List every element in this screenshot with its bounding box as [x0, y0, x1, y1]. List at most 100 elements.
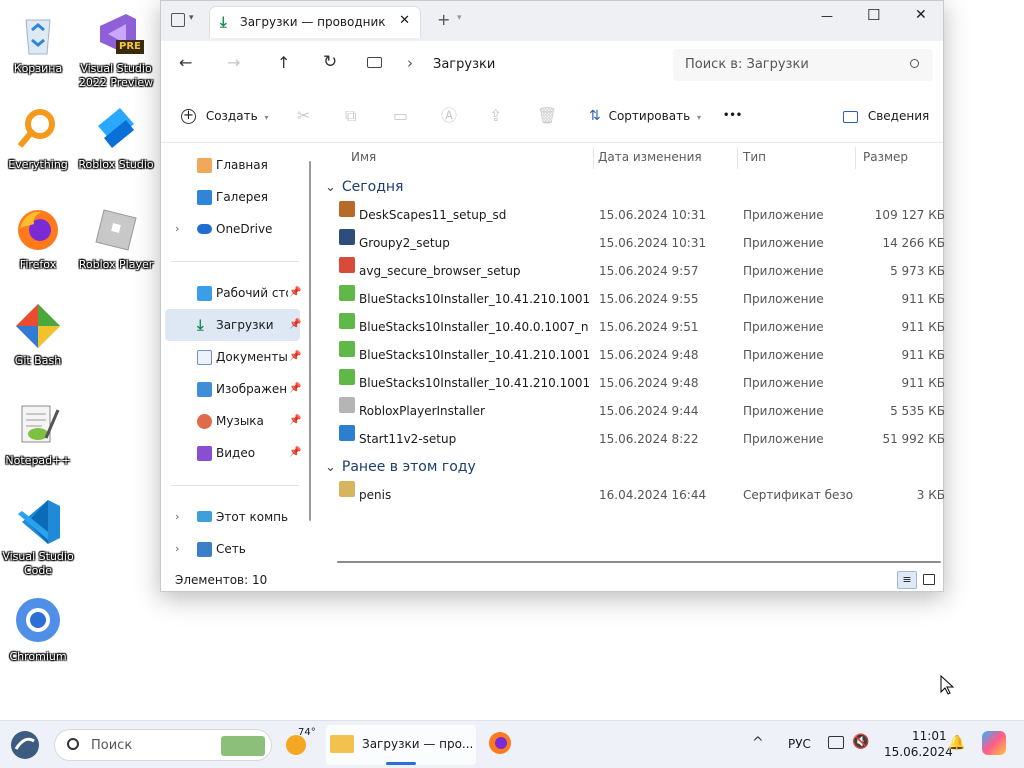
search-input[interactable]: Поиск в: Загрузки	[685, 57, 809, 72]
desktop-icon-visual-studio[interactable]: PRE Visual Studio 2022 Preview	[78, 8, 154, 90]
tab-dropdown-icon[interactable]: ▾	[457, 13, 462, 23]
desktop-icon-roblox-player[interactable]: Roblox Player	[78, 204, 154, 272]
file-type: Приложение	[743, 376, 824, 390]
details-view-button[interactable]: ≡	[897, 571, 917, 589]
column-header-size[interactable]: Размер	[863, 143, 908, 171]
column-header-date[interactable]: Дата изменения	[598, 143, 702, 171]
show-hidden-icons-button[interactable]: ^	[752, 735, 764, 751]
desktop-icon-recycle-bin[interactable]: Корзина	[0, 8, 76, 76]
taskbar-app-explorer[interactable]: Загрузки — про...	[326, 725, 476, 765]
tab-list-chevron-icon[interactable]: ▾	[189, 13, 194, 23]
tab-downloads[interactable]: ⤓ Загрузки — проводник ✕	[209, 6, 421, 38]
share-icon[interactable]: ⇪	[489, 104, 502, 128]
videos-icon	[197, 446, 212, 461]
expand-chevron-icon[interactable]: ›	[175, 213, 179, 245]
nav-item-pictures[interactable]: Изображения 📌	[165, 373, 301, 405]
clock-date[interactable]: 15.06.2024	[884, 745, 953, 759]
network-icon[interactable]	[828, 736, 844, 749]
nav-item-onedrive[interactable]: › OneDrive	[165, 213, 300, 245]
expand-chevron-icon[interactable]: ›	[175, 501, 179, 533]
column-header-type[interactable]: Тип	[743, 143, 766, 171]
input-language[interactable]: РУС	[788, 737, 811, 751]
file-row[interactable]: RobloxPlayerInstaller 15.06.2024 9:44 Прил…	[333, 397, 945, 425]
tiles-view-button[interactable]	[923, 574, 935, 585]
file-row[interactable]: BlueStacks10Installer_10.41.210.1001_nat…	[333, 369, 945, 397]
forward-button[interactable]: →	[227, 53, 240, 72]
desktop-icon-vscode[interactable]: Visual Studio Code	[0, 496, 76, 578]
navigation-pane: Главная Галерея › OneDrive Рабочий стол …	[161, 143, 316, 569]
nav-item-desktop[interactable]: Рабочий стол 📌	[165, 277, 301, 309]
file-row[interactable]: avg_secure_browser_setup 15.06.2024 9:57 П…	[333, 257, 945, 285]
address-bar[interactable]: › Загрузки	[357, 49, 659, 81]
tab-list-icon[interactable]	[171, 13, 185, 27]
nav-item-network[interactable]: › Сеть	[165, 533, 300, 565]
delete-icon[interactable]: 🗑	[537, 104, 557, 128]
expand-chevron-icon[interactable]: ›	[175, 533, 179, 565]
nav-item-documents[interactable]: Документы 📌	[165, 341, 301, 373]
back-button[interactable]: ←	[179, 53, 192, 72]
group-collapse-chevron-icon[interactable]: ⌄	[325, 460, 336, 475]
desktop-icon-git-bash[interactable]: Git Bash	[0, 300, 76, 368]
volume-muted-icon[interactable]: 🔇	[852, 734, 869, 750]
rename-icon[interactable]: Ⓐ	[441, 104, 457, 128]
file-row[interactable]: BlueStacks10Installer_10.40.0.1007_nativ…	[333, 313, 945, 341]
desktop-icon-chromium[interactable]: Chromium	[0, 596, 76, 664]
file-row[interactable]: penis 16.04.2024 16:44 Сертификат безо... 3…	[333, 481, 945, 509]
desktop-icon-everything[interactable]: Everything	[0, 104, 76, 172]
details-label: Сведения	[867, 109, 930, 123]
copilot-icon[interactable]	[982, 731, 1006, 755]
file-type: Приложение	[743, 292, 824, 306]
refresh-button[interactable]: ↻	[323, 52, 337, 72]
file-size: 911 КБ	[901, 348, 945, 362]
file-type: Приложение	[743, 432, 824, 446]
file-row[interactable]: Groupy2_setup 15.06.2024 10:31 Приложение 1…	[333, 229, 945, 257]
git-bash-icon	[12, 300, 64, 352]
minimize-button[interactable]: —	[821, 9, 833, 23]
nav-item-videos[interactable]: Видео 📌	[165, 437, 301, 469]
start-button[interactable]	[8, 729, 42, 761]
tab-close-button[interactable]: ✕	[399, 13, 410, 28]
maximize-button[interactable]: ☐	[867, 6, 880, 24]
taskbar-search-box[interactable]: Поиск	[54, 729, 272, 761]
nav-item-downloads[interactable]: ⤓ Загрузки 📌	[165, 309, 301, 341]
details-pane-button[interactable]: Сведения	[843, 104, 929, 128]
taskbar-app-label: Загрузки — про...	[362, 737, 474, 751]
navpane-scrollbar[interactable]	[309, 161, 311, 521]
paste-icon[interactable]: ▭	[393, 104, 408, 128]
new-tab-button[interactable]: +	[437, 10, 450, 29]
nav-item-home[interactable]: Главная	[165, 149, 300, 181]
file-date: 15.06.2024 8:22	[599, 432, 699, 446]
group-header[interactable]: ⌄ Сегодня	[325, 175, 403, 199]
taskbar-app-firefox[interactable]	[486, 729, 518, 761]
more-options-button[interactable]: •••	[723, 104, 742, 128]
group-collapse-chevron-icon[interactable]: ⌄	[325, 180, 336, 195]
file-row[interactable]: DeskScapes11_setup_sd 15.06.2024 10:31 При…	[333, 201, 945, 229]
up-button[interactable]: ↑	[277, 53, 290, 72]
desktop-icon-roblox-studio[interactable]: Roblox Studio	[78, 104, 154, 172]
notification-bell-icon[interactable]: 🔔	[948, 735, 965, 751]
close-window-button[interactable]: ✕	[915, 7, 927, 23]
column-header-name[interactable]: Имя	[351, 143, 376, 171]
search-box[interactable]: Поиск в: Загрузки	[673, 49, 933, 81]
desktop-icon-label: Visual Studio 2022 Preview	[78, 62, 154, 89]
file-size: 5 973 КБ	[890, 264, 945, 278]
weather-widget[interactable]: 74°	[284, 727, 324, 763]
file-row[interactable]: BlueStacks10Installer_10.41.210.1001_nat…	[333, 285, 945, 313]
group-title: Сегодня	[341, 179, 404, 195]
breadcrumb[interactable]: Загрузки	[433, 57, 495, 72]
group-header[interactable]: ⌄ Ранее в этом году	[325, 455, 476, 479]
desktop-icon-notepad-plus-plus[interactable]: Notepad++	[0, 400, 76, 468]
bluestacks-icon	[339, 285, 355, 301]
cut-icon[interactable]: ✂	[297, 104, 310, 128]
create-button[interactable]: + Создать ▾	[181, 104, 269, 128]
sort-button[interactable]: ⇅ Сортировать ▾	[589, 104, 701, 128]
copy-icon[interactable]: ⧉	[345, 104, 356, 128]
file-row[interactable]: BlueStacks10Installer_10.41.210.1001_nat…	[333, 341, 945, 369]
nav-item-this-pc[interactable]: › Этот компьютер	[165, 501, 300, 533]
clock-time[interactable]: 11:01	[912, 729, 947, 743]
horizontal-scrollbar[interactable]	[337, 561, 941, 563]
nav-item-gallery[interactable]: Галерея	[165, 181, 300, 213]
desktop-icon-firefox[interactable]: Firefox	[0, 204, 76, 272]
file-row[interactable]: Start11v2-setup 15.06.2024 8:22 Приложение…	[333, 425, 945, 453]
nav-item-music[interactable]: Музыка 📌	[165, 405, 301, 437]
